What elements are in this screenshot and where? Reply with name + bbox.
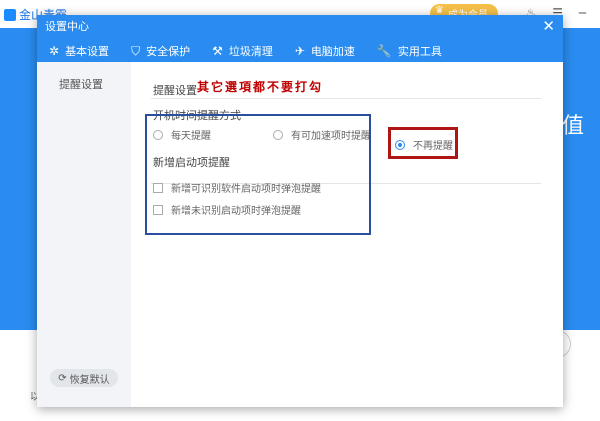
tab-label: 实用工具: [397, 45, 442, 58]
wrench-icon: 🔧: [376, 44, 392, 58]
tab-junk-cleanup[interactable]: ⚒ 垃圾清理: [212, 41, 273, 61]
shield-icon: ⛉: [131, 43, 141, 58]
tab-label: 电脑加速: [310, 45, 355, 58]
gear-icon: ✲: [49, 44, 60, 58]
section-divider: [151, 98, 541, 99]
restore-defaults-label: 恢复默认: [69, 374, 110, 386]
settings-dialog: 设置中心 ✕ ✲ 基本设置 ⛉ 安全保护 ⚒ 垃圾清理 ✈ 电脑加速 🔧 实用工…: [37, 15, 563, 407]
section-label: 提醒设置: [153, 84, 197, 97]
settings-content: 提醒设置 其它選項都不要打勾 开机时间提醒方式 每天提醒 有可加速项时提醒 不再…: [131, 62, 563, 407]
restore-defaults-button[interactable]: ⟳ 恢复默认: [50, 369, 118, 387]
dialog-header: 设置中心 ✕ ✲ 基本设置 ⛉ 安全保护 ⚒ 垃圾清理 ✈ 电脑加速 🔧 实用工…: [37, 15, 563, 64]
tab-label: 安全保护: [146, 45, 191, 58]
dialog-title: 设置中心: [45, 20, 89, 33]
tab-utilities[interactable]: 🔧 实用工具: [377, 41, 442, 61]
restore-icon: ⟳: [58, 372, 67, 384]
annotation-red-highlight-box: [388, 127, 458, 159]
annotation-blue-highlight-box: [145, 114, 371, 235]
tab-security-protection[interactable]: ⛉ 安全保护: [131, 41, 190, 61]
sidebar-item-reminder-settings[interactable]: 提醒设置: [59, 76, 103, 92]
settings-tabs: ✲ 基本设置 ⛉ 安全保护 ⚒ 垃圾清理 ✈ 电脑加速 🔧 实用工具: [49, 41, 464, 64]
annotation-text: 其它選項都不要打勾: [197, 80, 324, 94]
tab-label: 基本设置: [65, 45, 110, 58]
tab-basic-settings[interactable]: ✲ 基本设置: [49, 41, 109, 61]
broom-icon: ⚒: [212, 44, 223, 58]
settings-sidebar: 提醒设置 ⟳ 恢复默认: [37, 62, 131, 407]
rocket-icon: ✈: [294, 44, 305, 58]
tab-pc-speedup[interactable]: ✈ 电脑加速: [294, 41, 355, 64]
close-icon[interactable]: ✕: [542, 17, 555, 35]
background-banner-text: 值: [562, 114, 585, 139]
tab-label: 垃圾清理: [228, 45, 273, 58]
app-logo-icon: [4, 8, 16, 21]
